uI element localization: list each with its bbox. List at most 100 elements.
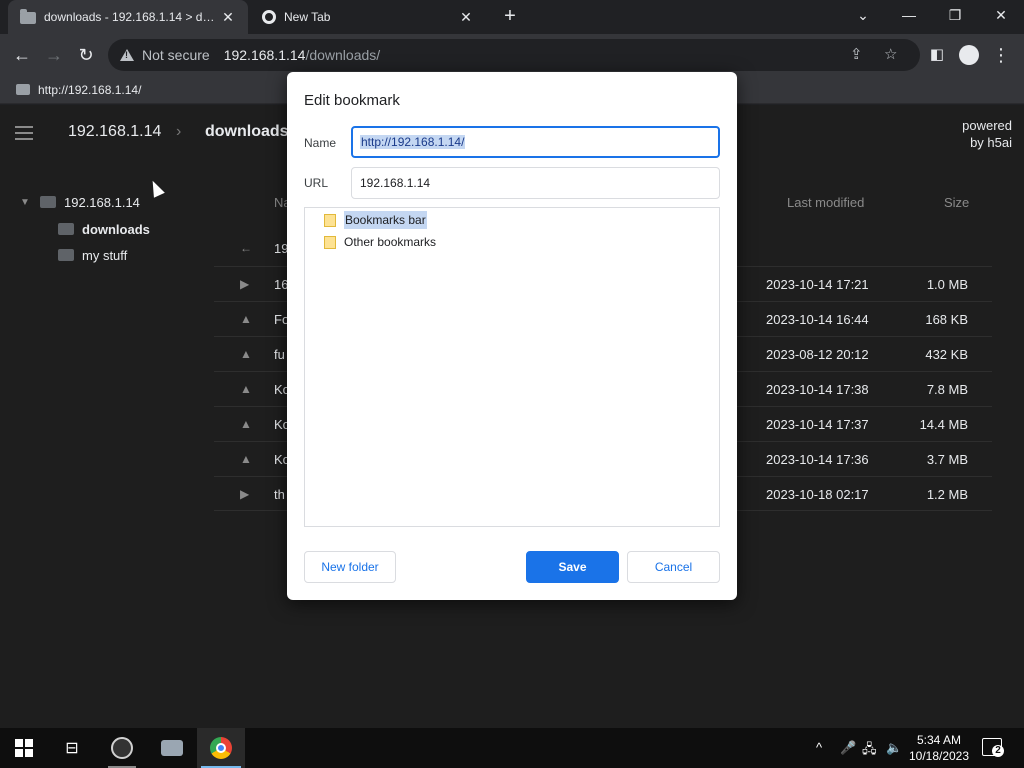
chrome-icon [262,10,276,24]
file-size: 3.7 MB [926,452,968,467]
chrome-icon [210,737,232,759]
video-icon: ▶ [240,487,250,501]
breadcrumb-separator: › [176,123,182,140]
chrome-taskbar-icon[interactable] [197,728,245,768]
tab-downloads[interactable]: downloads - 192.168.1.14 > downloads ✕ [8,0,248,34]
file-date: 2023-08-12 20:12 [766,347,869,362]
address-bar[interactable]: Not secure 192.168.1.14 /downloads/ ⇪ ☆ [108,39,920,71]
breadcrumb-host[interactable]: 192.168.1.14 [68,123,161,141]
tree-label: downloads [82,221,150,237]
file-size: 7.8 MB [926,382,968,397]
video-icon: ▶ [240,277,250,291]
obs-icon[interactable] [98,728,146,768]
save-button[interactable]: Save [526,551,619,583]
breadcrumb-current[interactable]: downloads [205,123,289,141]
file-date: 2023-10-14 17:21 [766,277,869,292]
restore-button[interactable]: ❐ [932,0,978,30]
tab-title: downloads - 192.168.1.14 > downloads [44,10,220,24]
file-date: 2023-10-14 16:44 [766,312,869,327]
image-icon: ▲ [240,417,252,431]
microphone-icon[interactable]: 🎤 [840,740,856,756]
dialog-title: Edit bookmark [304,92,400,109]
file-name: fu [274,347,285,362]
minimize-button[interactable]: — [886,0,932,30]
bookmark-folder-tree: Bookmarks bar Other bookmarks [304,207,720,527]
url-host: 192.168.1.14 [223,47,306,63]
folder-bookmarks-bar[interactable]: Bookmarks bar [324,210,427,230]
forward-icon[interactable]: → [41,42,67,68]
folder-icon [40,196,56,208]
task-view-icon[interactable]: ⊟ [48,728,96,768]
powered-by[interactable]: powered by h5ai [962,117,1012,151]
new-tab-button[interactable]: + [499,5,521,27]
windows-taskbar: ⊟ ^ 🎤 🖧 🔈 5:34 AM 10/18/2023 2 [0,728,1024,768]
side-panel-icon[interactable]: ◧ [924,42,950,68]
camera-icon[interactable] [148,728,196,768]
image-icon: ▲ [240,452,252,466]
tab-search-icon[interactable]: ⌄ [840,0,886,30]
url-field[interactable]: 192.168.1.14 [351,167,720,199]
cancel-button[interactable]: Cancel [627,551,720,583]
share-icon[interactable]: ⇪ [850,45,863,63]
menu-icon[interactable] [15,126,33,144]
back-icon[interactable]: ← [9,42,35,68]
tree-item-downloads[interactable]: downloads [58,218,150,240]
close-tab-icon[interactable]: ✕ [458,9,474,26]
browser-toolbar: ← → ↻ Not secure 192.168.1.14 /downloads… [0,34,1024,76]
chevron-down-icon[interactable]: ▼ [20,197,34,208]
menu-kebab-icon[interactable]: ⋮ [988,42,1014,68]
name-label: Name [304,136,337,150]
reload-icon[interactable]: ↻ [73,42,99,68]
name-field[interactable]: http://192.168.1.14/ [351,126,720,158]
folder-label: Bookmarks bar [344,211,427,229]
close-window-button[interactable]: ✕ [978,0,1024,30]
tab-new-tab[interactable]: New Tab ✕ [250,0,486,34]
folder-icon [324,235,336,249]
file-name: th [274,487,285,502]
close-tab-icon[interactable]: ✕ [220,9,236,26]
bookmark-item[interactable]: http://192.168.1.14/ [16,83,141,97]
security-label[interactable]: Not secure [142,47,210,63]
folder-icon [16,84,30,95]
notification-count: 2 [992,745,1004,757]
warning-icon [120,49,134,61]
profile-icon[interactable] [956,42,982,68]
clock-date: 10/18/2023 [908,749,970,763]
bookmark-star-icon[interactable]: ☆ [884,45,897,63]
network-icon[interactable]: 🖧 [862,740,877,762]
powered-line: by h5ai [970,135,1012,150]
taskbar-clock[interactable]: 5:34 AM 10/18/2023 [904,732,974,764]
folder-icon [58,223,74,235]
image-icon: ▲ [240,382,252,396]
folder-label: Other bookmarks [344,235,437,249]
start-button[interactable] [0,728,48,768]
image-icon: ▲ [240,347,252,361]
windows-logo-icon [15,739,33,757]
file-size: 168 KB [925,312,968,327]
file-size: 14.4 MB [919,417,968,432]
volume-icon[interactable]: 🔈 [886,740,902,756]
tab-strip: downloads - 192.168.1.14 > downloads ✕ N… [0,0,1024,34]
new-folder-button[interactable]: New folder [304,551,396,583]
tree-label: my stuff [82,247,128,263]
file-size: 1.2 MB [926,487,968,502]
folder-icon [20,9,36,24]
file-size: 1.0 MB [926,277,968,292]
edit-bookmark-dialog: Edit bookmark Name http://192.168.1.14/ … [287,72,737,600]
tab-title: New Tab [284,10,331,24]
tray-chevron-icon[interactable]: ^ [816,740,822,755]
folder-icon [58,249,74,261]
column-header-modified[interactable]: Last modified [787,195,864,210]
url-label: URL [304,176,329,190]
parent-folder-icon: ← [240,241,252,255]
tree-item-my-stuff[interactable]: my stuff [58,244,127,266]
file-date: 2023-10-14 17:36 [766,452,869,467]
bookmark-label: http://192.168.1.14/ [38,82,142,97]
tree-label: 192.168.1.14 [64,194,140,210]
folder-icon [324,213,336,227]
column-header-size[interactable]: Size [944,195,969,210]
name-value: http://192.168.1.14/ [360,135,466,149]
folder-other-bookmarks[interactable]: Other bookmarks [324,232,436,252]
file-size: 432 KB [925,347,968,362]
tree-root[interactable]: ▼ 192.168.1.14 [20,191,140,213]
